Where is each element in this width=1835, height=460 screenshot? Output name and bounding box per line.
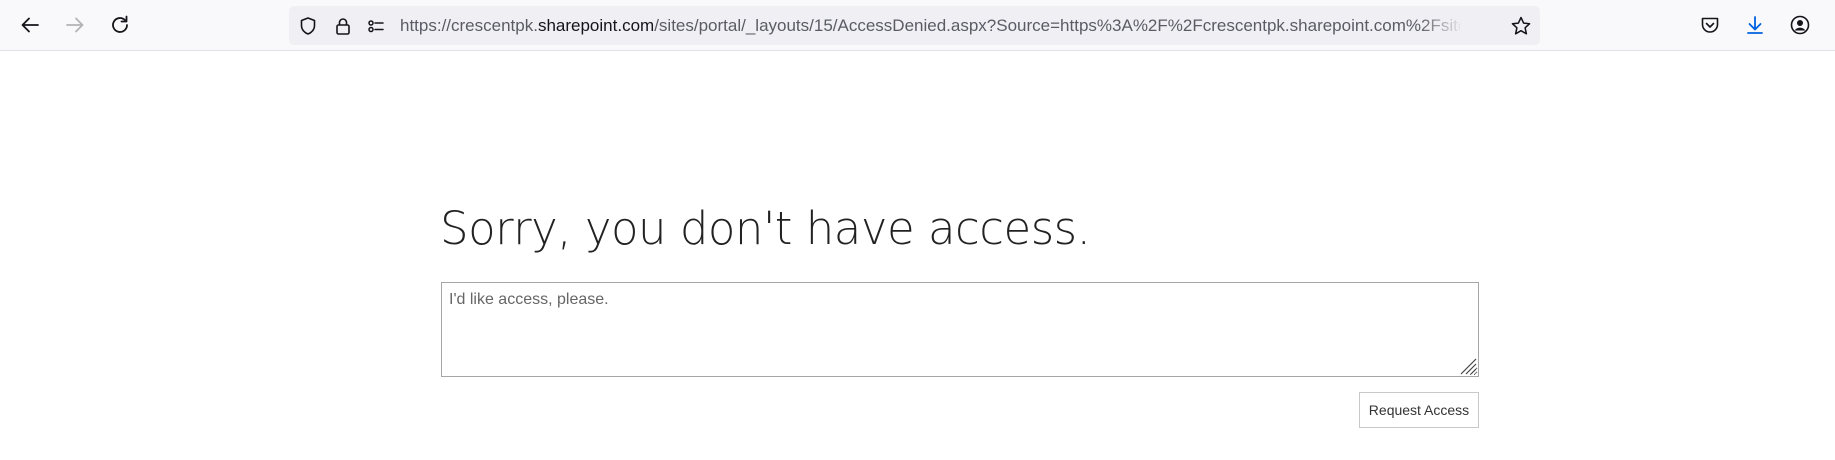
browser-toolbar: https://crescentpk.sharepoint.com/sites/… — [0, 0, 1835, 51]
permissions-icon[interactable] — [364, 14, 388, 38]
access-request-message-input[interactable] — [441, 282, 1479, 377]
arrow-left-icon — [19, 14, 41, 36]
request-access-button[interactable]: Request Access — [1359, 392, 1479, 428]
forward-button[interactable] — [58, 8, 92, 42]
reload-button[interactable] — [103, 8, 137, 42]
pocket-icon — [1699, 14, 1721, 36]
bookmark-star-icon[interactable] — [1509, 14, 1533, 38]
reload-icon — [109, 14, 131, 36]
back-button[interactable] — [13, 8, 47, 42]
page-content: Sorry, you don't have access. Request Ac… — [0, 51, 1835, 460]
url-fade — [1419, 6, 1464, 45]
shield-icon[interactable] — [296, 14, 320, 38]
downloads-button[interactable] — [1738, 8, 1772, 42]
arrow-right-icon — [64, 14, 86, 36]
url-path: /sites/portal/_layouts/15/AccessDenied.a… — [654, 16, 1460, 35]
account-icon — [1789, 14, 1811, 36]
download-icon — [1744, 14, 1766, 36]
url-domain: sharepoint.com — [537, 16, 655, 35]
pocket-button[interactable] — [1693, 8, 1727, 42]
account-button[interactable] — [1783, 8, 1817, 42]
url-prefix: https://crescentpk. — [400, 16, 538, 35]
url-bar[interactable]: https://crescentpk.sharepoint.com/sites/… — [289, 6, 1540, 45]
lock-icon[interactable] — [331, 14, 355, 38]
page-title: Sorry, you don't have access. — [440, 202, 1091, 255]
url-text[interactable]: https://crescentpk.sharepoint.com/sites/… — [400, 6, 1460, 45]
